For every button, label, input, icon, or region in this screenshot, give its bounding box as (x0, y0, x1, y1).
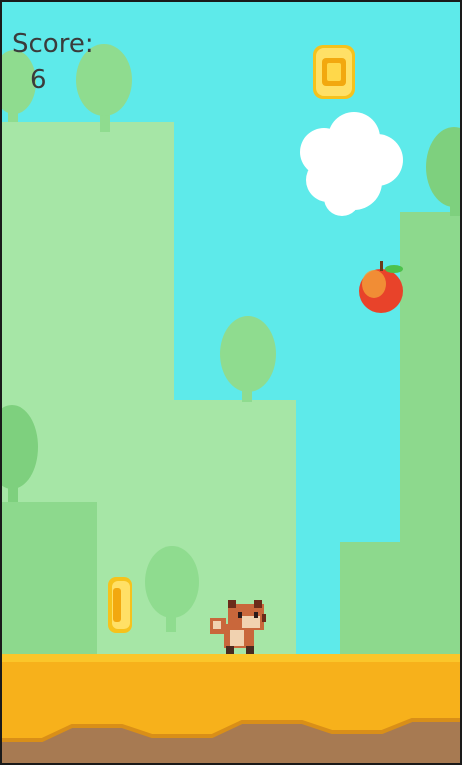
coin-icon[interactable] (108, 577, 132, 633)
ground (2, 654, 460, 763)
score-display: Score: 6 (12, 26, 94, 98)
score-label: Score: (12, 29, 94, 59)
game-scene (2, 2, 460, 763)
coin-icon[interactable] (313, 45, 355, 99)
game-screen[interactable]: Score: 6 (2, 2, 460, 763)
score-value: 6 (30, 65, 47, 95)
